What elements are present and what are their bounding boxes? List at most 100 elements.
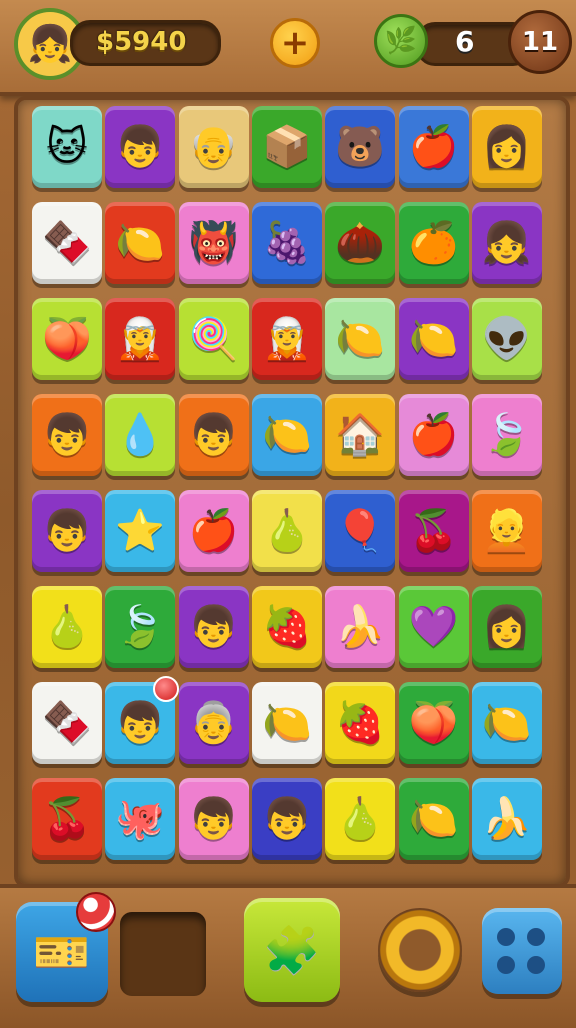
tile-r7-c4[interactable]: 🍐 <box>325 778 396 860</box>
tile-r1-c6[interactable]: 👧 <box>471 202 542 284</box>
tile-icon: 🍌 <box>335 604 386 650</box>
tile-icon: 👦 <box>42 508 92 554</box>
tile-r4-c4[interactable]: 🎈 <box>325 490 396 572</box>
tile-r3-c4[interactable]: 🏠 <box>325 394 396 476</box>
tile-r7-c2[interactable]: 👦 <box>178 778 249 860</box>
tile-icon: 👦 <box>188 412 239 458</box>
leaf-icon: 🌿 <box>374 14 428 68</box>
candy-ball-icon <box>76 892 116 932</box>
tile-r1-c4[interactable]: 🌰 <box>325 202 396 284</box>
tile-r3-c1[interactable]: 💧 <box>105 394 176 476</box>
tile-icon: 🍃 <box>115 604 166 650</box>
tile-r6-c1[interactable]: 👦 <box>105 676 180 764</box>
tile-r7-c0[interactable]: 🍒 <box>32 778 102 860</box>
tile-r7-c3[interactable]: 👦 <box>251 778 322 860</box>
add-money-button[interactable]: + <box>270 18 320 68</box>
tile-icon: 🍋 <box>408 796 459 842</box>
level-badge[interactable]: 11 <box>508 10 572 74</box>
tile-r7-c6[interactable]: 🍌 <box>471 778 542 860</box>
dice-icon <box>497 928 547 974</box>
tile-icon: 🍎 <box>408 124 459 170</box>
tile-r1-c1[interactable]: 🍋 <box>105 202 176 284</box>
tile-r3-c0[interactable]: 👦 <box>32 394 102 476</box>
tile-r3-c6[interactable]: 🍃 <box>471 394 542 476</box>
tile-r2-c1[interactable]: 🧝 <box>105 298 176 380</box>
tile-r1-c2[interactable]: 👹 <box>178 202 249 284</box>
tile-r4-c3[interactable]: 🍐 <box>251 490 322 572</box>
tile-icon: 🍭 <box>188 316 239 362</box>
tile-r2-c5[interactable]: 🍋 <box>398 298 469 380</box>
tile-icon: 🍑 <box>408 700 459 746</box>
tile-r5-c3[interactable]: 🍓 <box>251 586 322 668</box>
tile-r6-c5[interactable]: 🍑 <box>398 682 469 764</box>
tile-r5-c0[interactable]: 🍐 <box>32 586 102 668</box>
tile-icon: 🍒 <box>408 508 459 554</box>
tile-icon: 💧 <box>115 412 166 458</box>
tile-icon: 🍐 <box>261 508 312 554</box>
tile-r0-c1[interactable]: 👦 <box>105 106 176 188</box>
tile-icon: 🌰 <box>335 220 386 266</box>
tile-r2-c3[interactable]: 🧝 <box>251 298 322 380</box>
tile-r2-c4[interactable]: 🍋 <box>325 298 396 380</box>
tile-icon: 👩 <box>481 604 532 650</box>
tile-r1-c0[interactable]: 🍫 <box>32 202 102 284</box>
tile-r3-c3[interactable]: 🍋 <box>251 394 322 476</box>
tile-r0-c6[interactable]: 👩 <box>471 106 542 188</box>
tile-icon: 🐱 <box>46 124 88 170</box>
tile-r5-c6[interactable]: 👩 <box>471 586 542 668</box>
tile-r4-c0[interactable]: 👦 <box>32 490 102 572</box>
tile-icon: 🐙 <box>115 796 166 842</box>
tile-icon: 🍇 <box>261 220 312 266</box>
tile-r5-c2[interactable]: 👦 <box>178 586 249 668</box>
tile-r4-c1[interactable]: ⭐ <box>105 490 176 572</box>
tile-r1-c3[interactable]: 🍇 <box>251 202 322 284</box>
tile-r5-c1[interactable]: 🍃 <box>105 586 176 668</box>
tile-r6-c4[interactable]: 🍓 <box>325 682 396 764</box>
tile-r2-c6[interactable]: 👽 <box>471 298 542 380</box>
ticket-booster-button[interactable]: 🎫 <box>16 892 116 1002</box>
tile-r3-c2[interactable]: 👦 <box>178 394 249 476</box>
tile-r0-c0[interactable]: 🐱 <box>32 106 102 188</box>
tile-icon: 👹 <box>188 220 239 266</box>
tile-icon: 🍋 <box>408 316 459 362</box>
tile-icon: 🍋 <box>261 700 312 746</box>
tile-icon: 🍐 <box>335 796 386 842</box>
tile-icon: 👦 <box>115 700 166 746</box>
tile-icon: 👦 <box>188 604 239 650</box>
empty-booster-slot[interactable] <box>120 912 206 996</box>
tile-r6-c3[interactable]: 🍋 <box>251 682 322 764</box>
tile-icon: 👱 <box>481 508 532 554</box>
tile-icon: 🧝 <box>115 316 166 362</box>
avatar-icon: 👧 <box>27 24 73 65</box>
tile-r7-c5[interactable]: 🍋 <box>398 778 469 860</box>
tile-icon: 🍓 <box>335 700 386 746</box>
tile-icon: 🍋 <box>481 700 532 746</box>
tile-r5-c5[interactable]: 💜 <box>398 586 469 668</box>
tile-icon: 🍃 <box>481 412 532 458</box>
tile-icon: 🍌 <box>481 796 532 842</box>
tile-r1-c5[interactable]: 🍊 <box>398 202 469 284</box>
tile-r0-c4[interactable]: 🐻 <box>325 106 396 188</box>
tile-r4-c6[interactable]: 👱 <box>471 490 542 572</box>
tile-r2-c2[interactable]: 🍭 <box>178 298 249 380</box>
tile-r4-c2[interactable]: 🍎 <box>178 490 249 572</box>
tile-icon: 💜 <box>408 604 459 650</box>
tile-r3-c5[interactable]: 🍎 <box>398 394 469 476</box>
tile-icon: 🍓 <box>261 604 312 650</box>
tile-r2-c0[interactable]: 🍑 <box>32 298 102 380</box>
tile-r6-c2[interactable]: 👵 <box>178 682 249 764</box>
puzzle-booster-button[interactable]: 🧩 <box>244 898 340 1002</box>
tile-r0-c3[interactable]: 📦 <box>251 106 322 188</box>
tile-r7-c1[interactable]: 🐙 <box>105 778 176 860</box>
dice-button[interactable] <box>482 908 562 994</box>
tile-icon: 🍐 <box>42 604 92 650</box>
tile-r5-c4[interactable]: 🍌 <box>325 586 396 668</box>
tile-r4-c5[interactable]: 🍒 <box>398 490 469 572</box>
tile-r6-c6[interactable]: 🍋 <box>471 682 542 764</box>
tile-r6-c0[interactable]: 🍫 <box>32 682 102 764</box>
moves-count: 6 <box>455 25 475 58</box>
puzzle-piece-icon: 🧩 <box>263 922 321 977</box>
tile-r0-c5[interactable]: 🍎 <box>398 106 469 188</box>
ring-booster-button[interactable] <box>378 908 462 992</box>
tile-r0-c2[interactable]: 👴 <box>178 106 249 188</box>
